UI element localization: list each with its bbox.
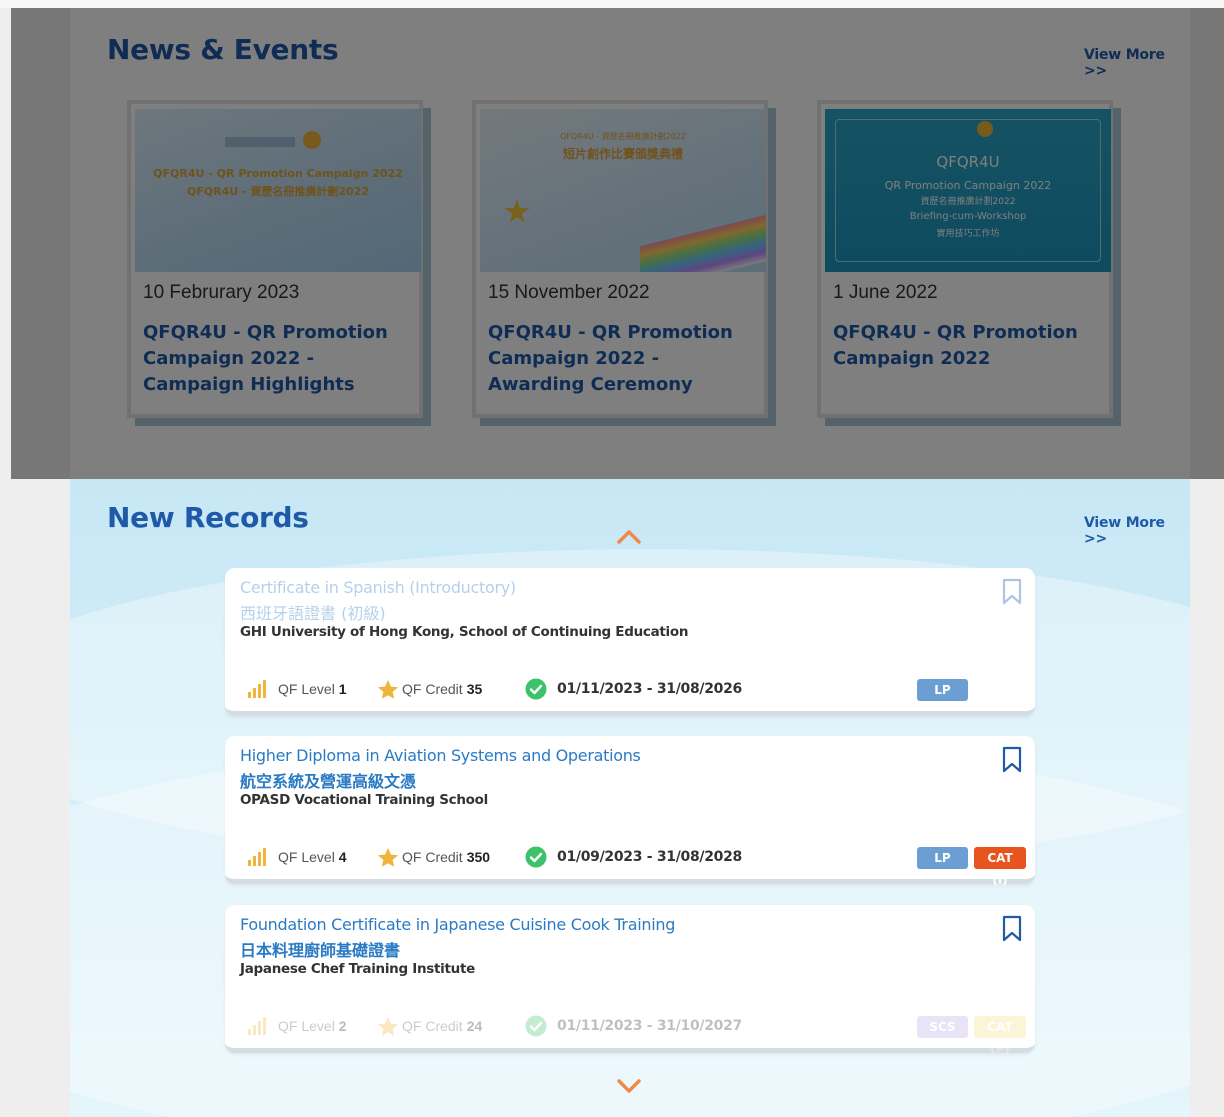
news-thumbnail: QFQR4U QR Promotion Campaign 2022 資歷名冊推廣… xyxy=(825,109,1111,272)
logo-mark xyxy=(303,131,321,149)
new-records-section: New Records View More >> Certificate in … xyxy=(70,479,1190,1117)
records-view-more-link[interactable]: View More >> xyxy=(1084,515,1190,547)
card-body: QFQR4U - QR Promotion Campaign 2022 QFQR… xyxy=(127,100,423,418)
rainbow-graphic xyxy=(640,211,766,272)
record-title-en[interactable]: Higher Diploma in Aviation Systems and O… xyxy=(240,746,641,765)
news-date: 15 November 2022 xyxy=(488,282,650,303)
qf-credit-label: QF Credit xyxy=(402,681,463,697)
qf-credit: QF Credit 35 xyxy=(402,681,482,697)
card-body: QFQR4U - 資歷名冊推廣計劃2022 短片創作比賽頒獎典禮 15 Nove… xyxy=(472,100,768,418)
qf-credit-label: QF Credit xyxy=(402,849,463,865)
logo-mark xyxy=(225,137,295,147)
qf-credit-value: 35 xyxy=(466,681,483,697)
thumb-caption: 短片創作比賽頒獎典禮 xyxy=(562,147,683,161)
signal-bars-icon xyxy=(248,848,266,866)
thumb-caption: QR Promotion Campaign 2022 xyxy=(884,179,1052,192)
thumb-caption: QFQR4U - 資歷名冊推廣計劃2022 xyxy=(186,185,370,198)
qf-credit: QF Credit 350 xyxy=(402,849,490,865)
record-card[interactable]: Higher Diploma in Aviation Systems and O… xyxy=(225,736,1035,887)
record-title-zh[interactable]: 航空系統及營運高級文憑 xyxy=(240,768,416,792)
news-thumbnail: QFQR4U - QR Promotion Campaign 2022 QFQR… xyxy=(135,109,421,272)
qf-level: QF Level 2 xyxy=(278,1018,347,1034)
badge-cat-i: CAT (I) xyxy=(974,847,1026,887)
thumb-caption: 實用技巧工作坊 xyxy=(936,229,1000,239)
star-icon xyxy=(378,848,398,867)
chevron-up-icon[interactable] xyxy=(615,527,643,547)
qf-credit-label: QF Credit xyxy=(402,1018,463,1034)
news-headline: QFQR4U - QR Promotion Campaign 2022 - Aw… xyxy=(488,322,733,395)
news-headline: QFQR4U - QR Promotion Campaign 2022 xyxy=(833,322,1078,369)
logo-mark xyxy=(977,121,993,137)
records-section-title: New Records xyxy=(107,501,309,534)
record-title-zh[interactable]: 西班牙語證書 (初級) xyxy=(240,600,386,624)
record-title-en[interactable]: Foundation Certificate in Japanese Cuisi… xyxy=(240,915,675,934)
qf-level-label: QF Level xyxy=(278,1018,335,1034)
news-section-title: News & Events xyxy=(107,33,339,66)
news-card[interactable]: QFQR4U - 資歷名冊推廣計劃2022 短片創作比賽頒獎典禮 15 Nove… xyxy=(472,100,776,426)
check-circle-icon xyxy=(525,678,547,700)
record-meta: QF Level 1 QF Credit 35 01/11/2023 - 31/0… xyxy=(247,678,1027,701)
qf-credit-value: 350 xyxy=(466,849,491,865)
star-icon xyxy=(378,1017,398,1036)
thumb-caption: QFQR4U - QR Promotion Campaign 2022 xyxy=(153,167,403,180)
signal-bars-icon xyxy=(248,680,266,698)
qf-level: QF Level 4 xyxy=(278,849,347,865)
star-icon xyxy=(378,680,398,699)
check-circle-icon xyxy=(525,1015,547,1037)
news-card[interactable]: QFQR4U - QR Promotion Campaign 2022 QFQR… xyxy=(127,100,431,426)
qf-credit-value: 24 xyxy=(466,1018,483,1034)
badge-lp: LP xyxy=(917,847,968,869)
top-strip xyxy=(0,0,1224,8)
record-provider: OPASD Vocational Training School xyxy=(240,792,488,808)
news-thumbnail: QFQR4U - 資歷名冊推廣計劃2022 短片創作比賽頒獎典禮 xyxy=(480,109,766,272)
record-title-zh[interactable]: 日本料理廚師基礎證書 xyxy=(240,937,400,961)
qf-credit: QF Credit 24 xyxy=(402,1018,482,1034)
qf-level-value: 4 xyxy=(338,849,347,865)
validity-period: 01/11/2023 - 31/10/2027 xyxy=(557,1018,742,1034)
signal-bars-icon xyxy=(248,1017,266,1035)
record-provider: GHI University of Hong Kong, School of C… xyxy=(240,624,689,640)
record-card[interactable]: Certificate in Spanish (Introductory) 西班… xyxy=(225,568,1035,716)
star-decoration xyxy=(504,199,530,223)
news-card[interactable]: QFQR4U QR Promotion Campaign 2022 資歷名冊推廣… xyxy=(817,100,1121,426)
record-meta: QF Level 4 QF Credit 350 01/09/2023 - 31/… xyxy=(247,846,1027,887)
badge-lp: LP xyxy=(917,679,968,701)
validity-period: 01/09/2023 - 31/08/2028 xyxy=(557,849,742,865)
bookmark-icon[interactable] xyxy=(1001,915,1023,943)
thumb-caption: QFQR4U - 資歷名冊推廣計劃2022 xyxy=(559,132,687,141)
card-body: QFQR4U QR Promotion Campaign 2022 資歷名冊推廣… xyxy=(817,100,1113,418)
chevron-down-icon[interactable] xyxy=(615,1076,643,1096)
record-title-en[interactable]: Certificate in Spanish (Introductory) xyxy=(240,578,516,597)
news-view-more-link[interactable]: View More >> xyxy=(1084,47,1190,79)
bookmark-icon[interactable] xyxy=(1001,578,1023,606)
qf-level-label: QF Level xyxy=(278,849,335,865)
qf-level-value: 2 xyxy=(338,1018,347,1034)
thumb-caption: 資歷名冊推廣計劃2022 xyxy=(920,197,1016,207)
badge-scs: SCS xyxy=(917,1016,968,1038)
bookmark-icon[interactable] xyxy=(1001,746,1023,774)
thumb-caption: QFQR4U xyxy=(936,153,1000,171)
thumb-caption: Briefing-cum-Workshop xyxy=(909,211,1027,222)
news-date: 1 June 2022 xyxy=(833,282,938,303)
news-events-section: News & Events View More >> QFQR4U - QR P… xyxy=(70,8,1190,479)
qf-level: QF Level 1 xyxy=(278,681,347,697)
validity-period: 01/11/2023 - 31/08/2026 xyxy=(557,681,742,697)
check-circle-icon xyxy=(525,846,547,868)
record-provider: Japanese Chef Training Institute xyxy=(240,961,475,977)
badge-cat-p: CAT (P) xyxy=(974,1016,1026,1056)
qf-level-value: 1 xyxy=(338,681,347,697)
news-headline: QFQR4U - QR Promotion Campaign 2022 - Ca… xyxy=(143,322,388,395)
record-card[interactable]: Foundation Certificate in Japanese Cuisi… xyxy=(225,905,1035,1056)
record-meta: QF Level 2 QF Credit 24 01/11/2023 - 31/1… xyxy=(247,1015,1027,1056)
news-date: 10 Februrary 2023 xyxy=(143,282,300,303)
qf-level-label: QF Level xyxy=(278,681,335,697)
